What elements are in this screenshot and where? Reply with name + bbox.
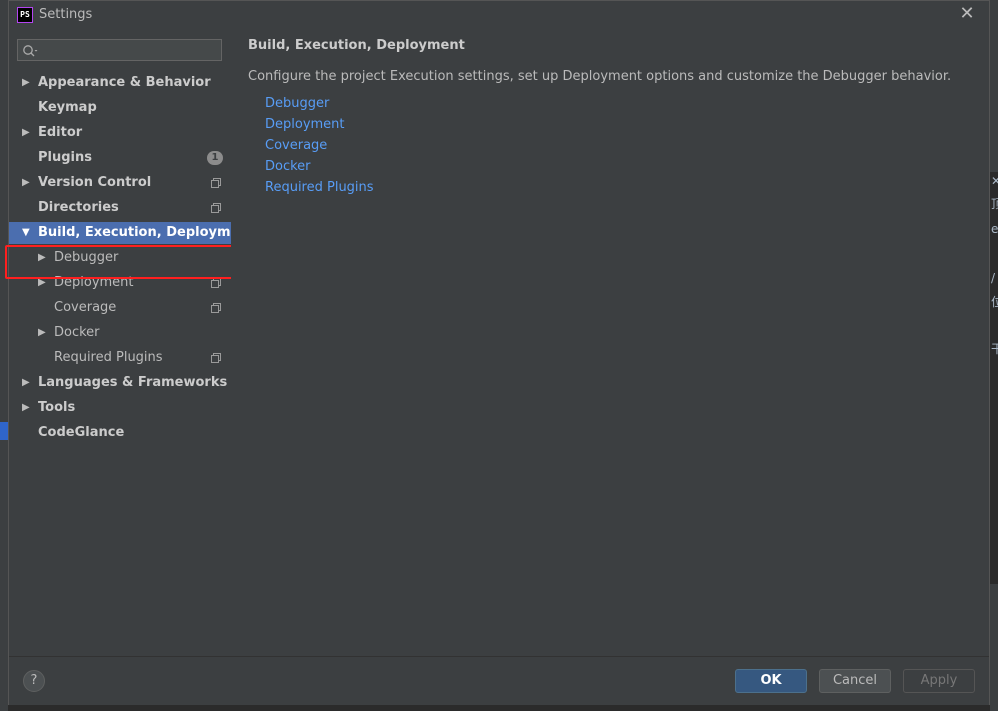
sidebar-item-plugins[interactable]: Plugins 1 — [9, 147, 231, 169]
link-docker[interactable]: Docker — [265, 159, 311, 174]
background-glyph: 位 — [991, 295, 998, 309]
link-deployment[interactable]: Deployment — [265, 117, 345, 132]
title-bar: PS Settings ✕ — [9, 1, 989, 29]
project-settings-icon — [211, 178, 221, 188]
chevron-right-icon: ▶ — [38, 252, 46, 263]
page-title: Build, Execution, Deployment — [248, 38, 465, 53]
dialog-footer: ? OK Cancel Apply — [9, 656, 989, 705]
settings-dialog: PS Settings ✕ ▶ Appearance & Behavior Ke… — [5, 0, 990, 705]
chevron-right-icon: ▶ — [22, 127, 30, 138]
sidebar-item-directories[interactable]: Directories — [9, 197, 231, 219]
sidebar-item-label: Coverage — [54, 300, 117, 315]
search-input[interactable] — [17, 39, 222, 61]
page-description: Configure the project Execution settings… — [248, 69, 952, 84]
project-settings-icon — [211, 203, 221, 213]
cancel-button[interactable]: Cancel — [819, 669, 891, 693]
sidebar-item-label: Build, Execution, Deployment — [38, 225, 255, 240]
sidebar-item-label: Tools — [38, 400, 76, 415]
sidebar-item-label: Version Control — [38, 175, 152, 190]
sidebar-item-build-execution-deployment[interactable]: ▼ Build, Execution, Deployment — [9, 222, 255, 244]
sidebar-item-label: Required Plugins — [54, 350, 163, 365]
chevron-right-icon: ▶ — [22, 377, 30, 388]
link-coverage[interactable]: Coverage — [265, 138, 327, 153]
sidebar-item-languages-frameworks[interactable]: ▶ Languages & Frameworks — [9, 372, 231, 394]
sidebar-item-label: Debugger — [54, 250, 119, 265]
project-settings-icon — [211, 353, 221, 363]
background-glyph: e — [991, 222, 998, 236]
sidebar-item-label: Editor — [38, 125, 83, 140]
sidebar-item-editor[interactable]: ▶ Editor — [9, 122, 231, 144]
window-title: Settings — [39, 7, 93, 22]
settings-sidebar: ▶ Appearance & Behavior Keymap ▶ Editor … — [5, 29, 261, 656]
sidebar-item-label: CodeGlance — [38, 425, 125, 440]
background-ide-left — [0, 0, 8, 711]
chevron-right-icon: ▶ — [22, 77, 30, 88]
sidebar-item-docker[interactable]: ▶ Docker — [9, 322, 231, 344]
sidebar-item-label: Keymap — [38, 100, 97, 115]
link-debugger[interactable]: Debugger — [265, 96, 329, 111]
sidebar-item-coverage[interactable]: Coverage — [9, 297, 231, 319]
chevron-right-icon: ▶ — [22, 177, 30, 188]
sidebar-item-label: Plugins — [38, 150, 92, 165]
sidebar-item-debugger[interactable]: ▶ Debugger — [9, 247, 231, 269]
sidebar-item-deployment[interactable]: ▶ Deployment — [9, 272, 231, 294]
search-icon — [23, 45, 38, 57]
background-glyph: 干 — [991, 342, 998, 356]
link-required-plugins[interactable]: Required Plugins — [265, 180, 374, 195]
sidebar-item-required-plugins[interactable]: Required Plugins — [9, 347, 231, 369]
background-selection — [0, 422, 8, 440]
project-settings-icon — [211, 278, 221, 288]
chevron-down-icon: ▼ — [22, 227, 30, 238]
background-ide-right: ✕ 顶 e / 位 干 — [990, 0, 998, 711]
sidebar-item-label: Appearance & Behavior — [38, 75, 211, 90]
apply-button[interactable]: Apply — [903, 669, 975, 693]
sidebar-item-label: Directories — [38, 200, 119, 215]
sidebar-item-keymap[interactable]: Keymap — [9, 97, 231, 119]
chevron-right-icon: ▶ — [38, 327, 46, 338]
sidebar-item-tools[interactable]: ▶ Tools — [9, 397, 231, 419]
close-icon[interactable]: ✕ — [957, 4, 977, 24]
chevron-right-icon: ▶ — [38, 277, 46, 288]
ok-button[interactable]: OK — [735, 669, 807, 693]
help-button[interactable]: ? — [23, 670, 45, 692]
background-glyph: / — [991, 271, 996, 285]
project-settings-icon — [211, 303, 221, 313]
sidebar-item-label: Docker — [54, 325, 100, 340]
phpstorm-app-icon: PS — [17, 7, 33, 23]
sidebar-item-appearance-behavior[interactable]: ▶ Appearance & Behavior — [9, 72, 231, 94]
plugins-update-badge: 1 — [207, 151, 223, 165]
sidebar-item-label: Deployment — [54, 275, 134, 290]
settings-content-panel: Build, Execution, Deployment Configure t… — [231, 29, 989, 656]
chevron-right-icon: ▶ — [22, 402, 30, 413]
background-glyph: ✕ — [991, 174, 998, 188]
sidebar-item-label: Languages & Frameworks — [38, 375, 228, 390]
background-glyph: 顶 — [991, 197, 998, 211]
sidebar-item-codeglance[interactable]: CodeGlance — [9, 422, 231, 444]
sidebar-item-version-control[interactable]: ▶ Version Control — [9, 172, 231, 194]
